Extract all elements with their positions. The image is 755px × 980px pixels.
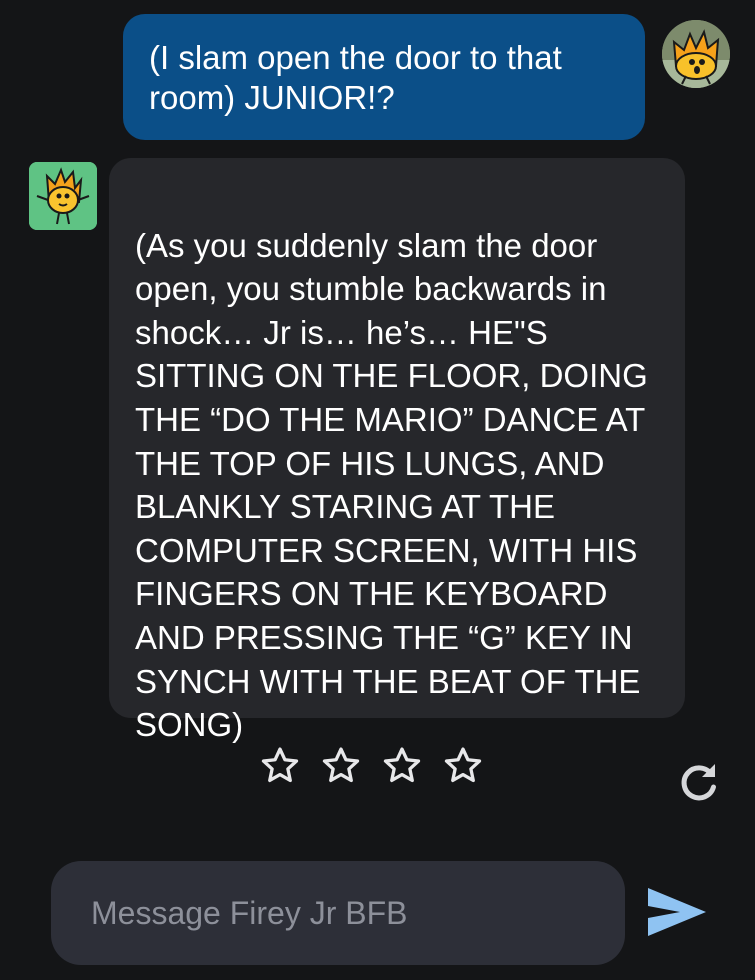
star-1-icon[interactable] <box>258 744 302 788</box>
message-input[interactable] <box>89 893 587 933</box>
star-2-icon[interactable] <box>319 744 363 788</box>
send-icon[interactable] <box>644 882 710 942</box>
bot-message-bubble: (As you suddenly slam the door open, you… <box>109 158 685 743</box>
bot-avatar-image <box>29 162 97 230</box>
user-avatar-image <box>662 20 730 88</box>
user-message-row: (I slam open the door to that room) JUNI… <box>0 14 755 144</box>
bot-message-text: (As you suddenly slam the door open, you… <box>135 226 648 744</box>
user-message-bubble: (I slam open the door to that room) JUNI… <box>123 14 645 140</box>
refresh-icon[interactable] <box>675 758 723 806</box>
star-4-icon[interactable] <box>441 744 485 788</box>
rating-stars <box>258 744 498 792</box>
bot-avatar[interactable] <box>29 162 97 230</box>
user-message-text: (I slam open the door to that room) JUNI… <box>149 39 562 116</box>
chat-screen: (I slam open the door to that room) JUNI… <box>0 0 755 980</box>
message-composer <box>51 861 625 965</box>
user-avatar[interactable] <box>662 20 730 88</box>
star-3-icon[interactable] <box>380 744 424 788</box>
